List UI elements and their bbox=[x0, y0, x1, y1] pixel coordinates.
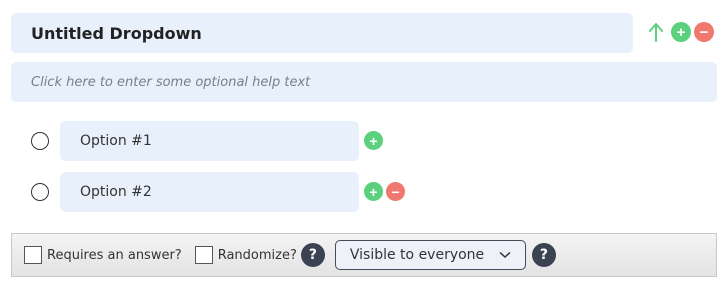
add-question-button[interactable]: + bbox=[671, 22, 691, 42]
visibility-help-icon[interactable]: ? bbox=[531, 243, 556, 267]
remove-question-button[interactable]: − bbox=[694, 22, 714, 42]
required-label: Requires an answer? bbox=[47, 247, 182, 263]
question-title-field[interactable]: Untitled Dropdown bbox=[11, 13, 633, 53]
visibility-value: Visible to everyone bbox=[349, 247, 485, 263]
question-controls: + − bbox=[646, 20, 717, 44]
option-radio-icon bbox=[31, 132, 49, 150]
randomize-help-icon[interactable]: ? bbox=[300, 243, 325, 267]
move-up-icon[interactable] bbox=[646, 21, 666, 43]
add-option-button[interactable]: + bbox=[364, 131, 383, 150]
question-settings-bar: Requires an answer? Randomize? ? Visible… bbox=[11, 233, 717, 277]
required-checkbox[interactable] bbox=[24, 246, 42, 264]
visibility-select[interactable]: Visible to everyone bbox=[334, 240, 526, 270]
option-input-2[interactable]: Option #2 bbox=[60, 172, 359, 212]
randomize-label: Randomize? bbox=[217, 247, 297, 263]
add-option-button[interactable]: + bbox=[364, 182, 383, 201]
option-input-1[interactable]: Option #1 bbox=[60, 121, 359, 161]
option-radio-icon bbox=[31, 183, 49, 201]
chevron-down-icon bbox=[499, 251, 511, 259]
option-controls-2: + − bbox=[364, 182, 408, 201]
remove-option-button[interactable]: − bbox=[386, 182, 405, 201]
randomize-checkbox[interactable] bbox=[194, 246, 213, 264]
help-text-field[interactable]: Click here to enter some optional help t… bbox=[11, 62, 717, 102]
option-controls-1: + bbox=[364, 131, 386, 150]
